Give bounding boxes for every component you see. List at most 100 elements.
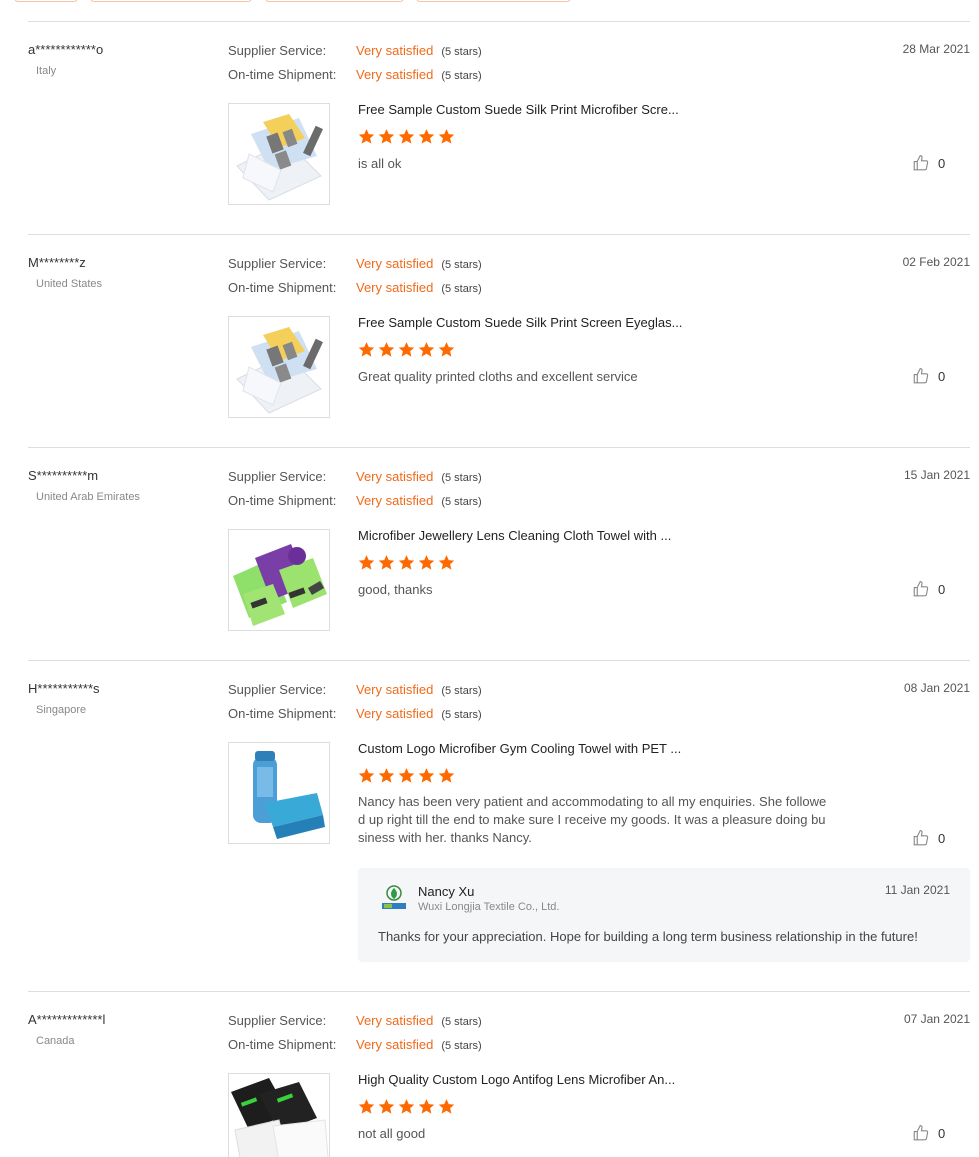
- ontime-shipment-rating: On-time Shipment: Very satisfied (5 stars): [228, 67, 482, 82]
- ontime-shipment-rating: On-time Shipment: Very satisfied (5 stars): [228, 706, 482, 721]
- product-title-link[interactable]: Microfiber Jewellery Lens Cleaning Cloth…: [358, 528, 671, 543]
- star-icon: [418, 342, 435, 357]
- review-item: M********z United States 02 Feb 2021 Sup…: [28, 234, 970, 447]
- like-button[interactable]: 0: [912, 580, 945, 598]
- filter-tab[interactable]: [416, 0, 571, 2]
- product-image[interactable]: [228, 742, 330, 844]
- star-icon: [438, 555, 455, 570]
- buyer-country: Italy: [36, 65, 57, 77]
- buyer-name: S**********m: [28, 468, 99, 483]
- reply-date: 11 Jan 2021: [884, 883, 950, 897]
- rating-stars-text: (5 stars): [441, 472, 482, 484]
- review-item: S**********m United Arab Emirates 15 Jan…: [28, 447, 970, 660]
- star-icon: [418, 129, 435, 144]
- rating-stars-text: (5 stars): [441, 283, 482, 295]
- product-image[interactable]: [228, 1073, 330, 1157]
- product-title-link[interactable]: Custom Logo Microfiber Gym Cooling Towel…: [358, 741, 681, 756]
- star-icon: [398, 555, 415, 570]
- filter-tabs: [0, 0, 979, 6]
- star-rating: [358, 1098, 455, 1115]
- product-image[interactable]: [228, 529, 330, 631]
- rating-value: Very satisfied: [356, 1013, 434, 1028]
- rating-label: On-time Shipment:: [228, 280, 337, 295]
- star-icon: [378, 129, 395, 144]
- buyer-name: A*************l: [28, 1012, 106, 1027]
- review-text: Nancy has been very patient and accommod…: [358, 793, 858, 847]
- reply-company-name: Wuxi Longjia Textile Co., Ltd.: [418, 901, 560, 913]
- rating-stars-text: (5 stars): [441, 496, 482, 508]
- rating-stars-text: (5 stars): [441, 709, 482, 721]
- star-icon: [418, 555, 435, 570]
- thumbs-up-icon: [913, 367, 929, 384]
- rating-stars-text: (5 stars): [441, 1040, 482, 1052]
- rating-label: On-time Shipment:: [228, 1037, 337, 1052]
- review-date: 08 Jan 2021: [903, 681, 970, 695]
- product-title-link[interactable]: Free Sample Custom Suede Silk Print Scre…: [358, 315, 682, 330]
- like-button[interactable]: 0: [912, 829, 945, 847]
- buyer-country: Canada: [36, 1035, 75, 1047]
- product-image[interactable]: [228, 316, 330, 418]
- star-icon: [438, 768, 455, 783]
- rating-stars-text: (5 stars): [441, 1016, 482, 1028]
- product-title-link[interactable]: Free Sample Custom Suede Silk Print Micr…: [358, 102, 679, 117]
- buyer-country: United Arab Emirates: [36, 491, 140, 503]
- reply-text: Thanks for your appreciation. Hope for b…: [378, 929, 918, 944]
- buyer-country: Singapore: [36, 704, 87, 716]
- like-count: 0: [938, 1125, 946, 1141]
- ontime-shipment-rating: On-time Shipment: Very satisfied (5 stars): [228, 493, 482, 508]
- supplier-service-rating: Supplier Service: Very satisfied (5 stars): [228, 43, 482, 58]
- buyer-name: M********z: [28, 255, 86, 270]
- rating-label: On-time Shipment:: [228, 493, 337, 508]
- product-image[interactable]: [228, 103, 330, 205]
- like-button[interactable]: 0: [912, 154, 945, 172]
- review-item: H***********s Singapore 08 Jan 2021 Supp…: [28, 660, 970, 991]
- supplier-service-rating: Supplier Service: Very satisfied (5 stars): [228, 469, 482, 484]
- rating-label: On-time Shipment:: [228, 67, 337, 82]
- star-icon: [358, 129, 375, 144]
- star-icon: [378, 1099, 395, 1114]
- buyer-country: United States: [36, 278, 103, 290]
- review-date: 07 Jan 2021: [903, 1012, 970, 1026]
- star-icon: [398, 129, 415, 144]
- star-icon: [358, 768, 375, 783]
- filter-tab[interactable]: [265, 0, 404, 2]
- review-text: is all ok: [358, 156, 402, 171]
- like-count: 0: [938, 581, 946, 597]
- star-icon: [378, 768, 395, 783]
- review-text-line: siness with her. thanks Nancy.: [358, 830, 532, 845]
- review-text: not all good: [358, 1126, 426, 1141]
- review-text-line: Nancy has been very patient and accommod…: [358, 794, 827, 809]
- star-icon: [418, 1099, 435, 1114]
- like-count: 0: [938, 155, 946, 171]
- like-button[interactable]: 0: [912, 367, 945, 385]
- star-icon: [358, 1099, 375, 1114]
- thumbs-up-icon: [913, 829, 929, 846]
- rating-stars-text: (5 stars): [441, 685, 482, 697]
- like-count: 0: [938, 830, 946, 846]
- supplier-service-rating: Supplier Service: Very satisfied (5 stars): [228, 682, 482, 697]
- star-icon: [398, 1099, 415, 1114]
- rating-value: Very satisfied: [356, 469, 434, 484]
- rating-value: Very satisfied: [356, 493, 434, 508]
- supplier-service-rating: Supplier Service: Very satisfied (5 stars): [228, 1013, 482, 1028]
- star-rating: [358, 128, 455, 145]
- filter-tab[interactable]: [90, 0, 252, 2]
- product-title-link[interactable]: High Quality Custom Logo Antifog Lens Mi…: [358, 1072, 675, 1087]
- star-rating: [358, 341, 455, 358]
- star-icon: [358, 555, 375, 570]
- star-icon: [438, 342, 455, 357]
- ontime-shipment-rating: On-time Shipment: Very satisfied (5 stars): [228, 280, 482, 295]
- filter-tab[interactable]: [14, 0, 78, 2]
- star-icon: [358, 342, 375, 357]
- like-button[interactable]: 0: [912, 1124, 945, 1142]
- star-icon: [418, 768, 435, 783]
- like-count: 0: [938, 368, 946, 384]
- rating-label: Supplier Service:: [228, 469, 327, 484]
- supplier-reply: Nancy Xu Wuxi Longjia Textile Co., Ltd. …: [358, 868, 970, 962]
- star-rating: [358, 767, 455, 784]
- thumbs-up-icon: [913, 580, 929, 597]
- rating-value: Very satisfied: [356, 280, 434, 295]
- thumbs-up-icon: [913, 1124, 929, 1141]
- thumbs-up-icon: [913, 154, 929, 171]
- rating-stars-text: (5 stars): [441, 46, 482, 58]
